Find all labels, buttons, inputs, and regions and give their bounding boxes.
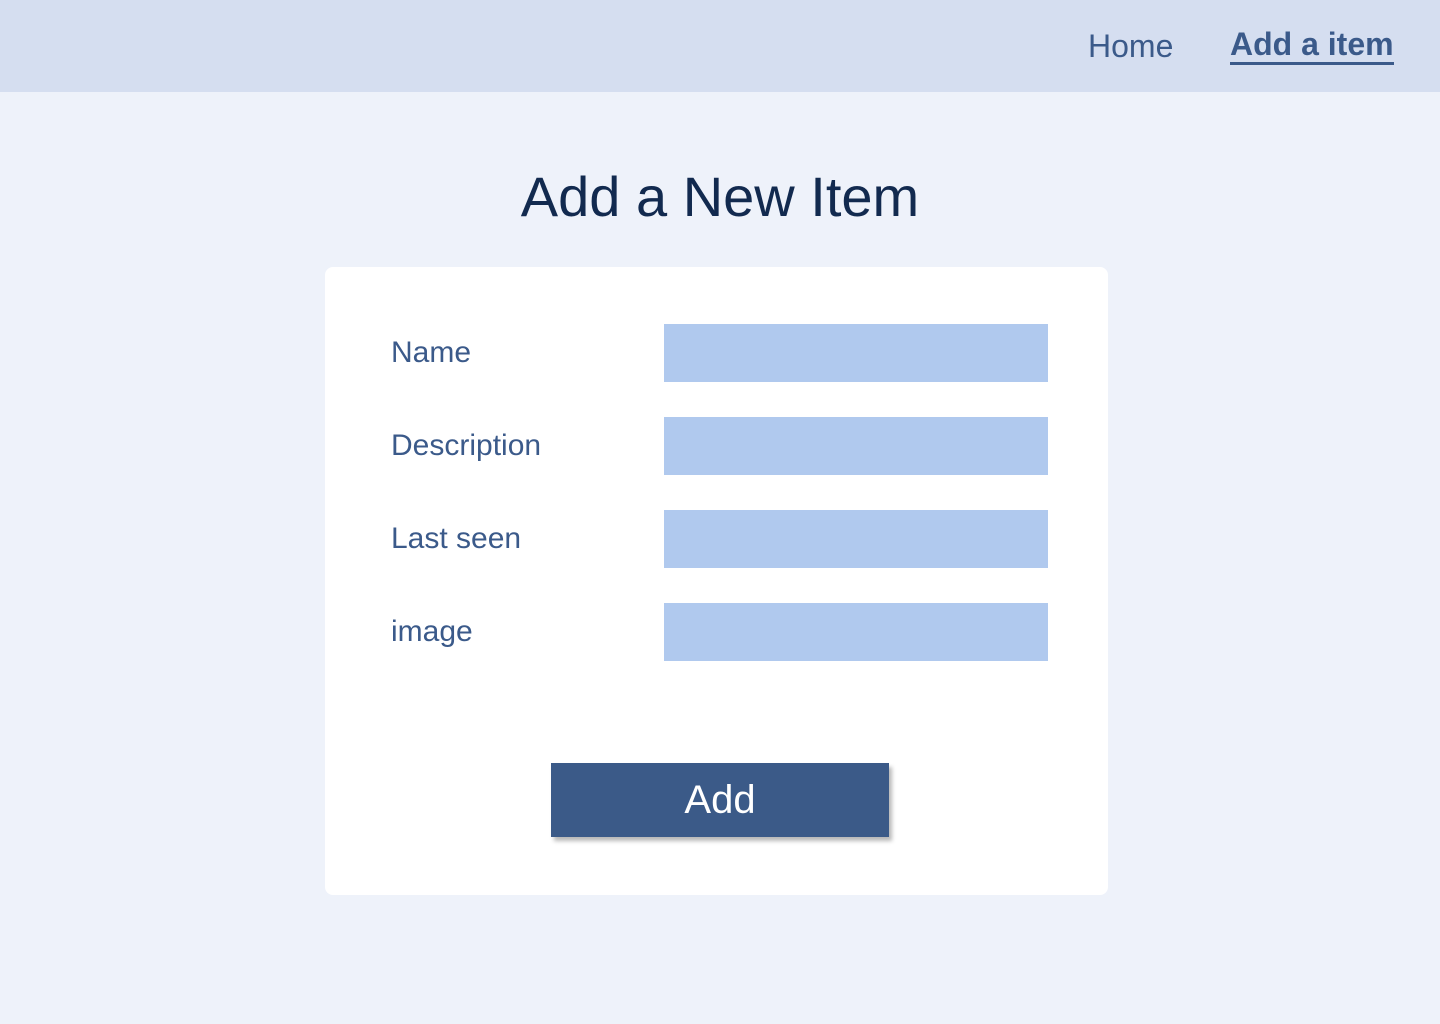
image-label: image: [391, 615, 473, 648]
nav-link-home[interactable]: Home: [1088, 26, 1173, 66]
nav-link-add-item[interactable]: Add a item: [1230, 26, 1394, 65]
image-field[interactable]: [664, 603, 1048, 661]
name-label: Name: [391, 336, 472, 369]
add-button[interactable]: Add: [551, 763, 889, 837]
last-seen-field[interactable]: [664, 510, 1048, 568]
top-navigation-bar: Home Add a item: [0, 0, 1440, 92]
description-label: Description: [391, 429, 542, 462]
name-field[interactable]: [664, 324, 1048, 382]
page-title: Add a New Item: [520, 165, 920, 228]
last-seen-label: Last seen: [391, 522, 522, 555]
add-item-form: Name Description Last seen image Add: [325, 267, 1108, 895]
description-field[interactable]: [664, 417, 1048, 475]
